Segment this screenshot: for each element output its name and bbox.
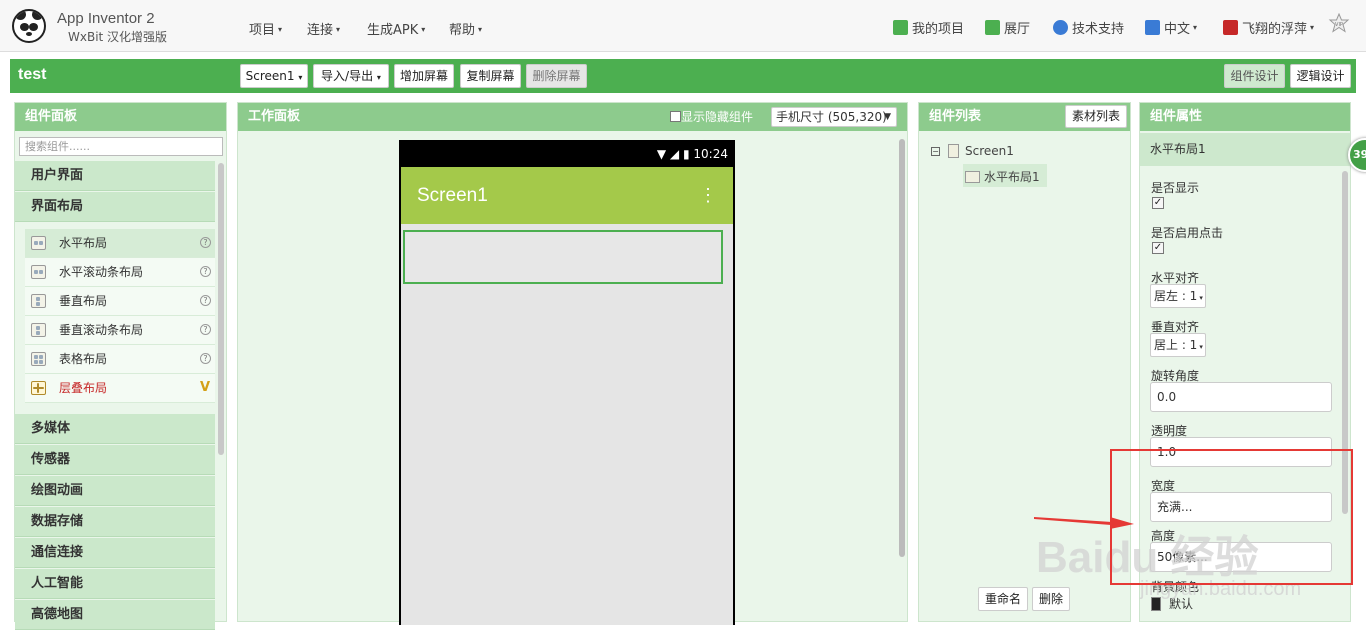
menu-user[interactable]: 飞翔的浮萍 ▾ xyxy=(1223,18,1314,37)
palette-item-table-arrangement[interactable]: 表格布局 ? xyxy=(25,345,215,374)
viewer-header: 工作面板 显示隐藏组件 手机尺寸 (505,320) ▼ xyxy=(238,103,907,131)
vertical-scroll-arrangement-icon xyxy=(31,323,46,337)
help-icon[interactable]: ? xyxy=(200,237,211,248)
components-title: 组件列表 xyxy=(929,109,982,124)
phone-size-select[interactable]: 手机尺寸 (505,320) ▼ xyxy=(771,107,897,127)
palette-item-vertical-scroll-arrangement[interactable]: 垂直滚动条布局 ? xyxy=(25,316,215,345)
viewer-title: 工作面板 xyxy=(248,109,301,124)
panda-logo-icon[interactable] xyxy=(12,9,46,43)
phone-preview: ▼ ◢ ▮ 10:24 Screen1 ⋮ xyxy=(399,140,735,625)
enabled-label: 是否启用点击 xyxy=(1151,226,1224,240)
help-icon[interactable]: ? xyxy=(200,324,211,335)
battery-icon: ▮ xyxy=(682,147,690,161)
tree-item-screen1[interactable]: − Screen1 xyxy=(931,144,1014,158)
add-screen-button[interactable]: 增加屏幕 xyxy=(394,64,454,88)
brand-title: App Inventor 2 xyxy=(57,10,155,27)
palette-title: 组件面板 xyxy=(15,103,226,131)
selected-component-name: 水平布局1 xyxy=(1140,133,1350,166)
phone-title-bar: Screen1 ⋮ xyxy=(401,167,733,224)
show-hidden-checkbox[interactable] xyxy=(670,111,681,122)
category-user-interface[interactable]: 用户界面 xyxy=(15,161,215,191)
components-header: 组件列表 素材列表 xyxy=(919,103,1130,131)
category-ai[interactable]: 人工智能 xyxy=(15,569,215,599)
properties-title: 组件属性 xyxy=(1140,103,1350,131)
category-storage[interactable]: 数据存储 xyxy=(15,507,215,537)
palette-item-horizontal-arrangement[interactable]: 水平布局 ? xyxy=(25,229,215,258)
palette-item-vertical-arrangement[interactable]: 垂直布局 ? xyxy=(25,287,215,316)
category-layout[interactable]: 界面布局 xyxy=(15,192,215,222)
vertical-arrangement-icon xyxy=(31,294,46,308)
blocks-button[interactable]: 逻辑设计 xyxy=(1290,64,1351,88)
align-horizontal-select[interactable]: 居左 : 1 ▾ xyxy=(1150,284,1206,308)
annotation-highlight-box xyxy=(1110,449,1353,585)
category-amap[interactable]: 高德地图 xyxy=(15,600,215,630)
visible-label: 是否显示 xyxy=(1151,181,1200,195)
enabled-checkbox[interactable]: ✓ xyxy=(1152,242,1164,254)
brand-subtitle: WxBit 汉化增强版 xyxy=(68,30,168,44)
designer-button[interactable]: 组件设计 xyxy=(1224,64,1285,88)
menu-build-apk[interactable]: 生成APK ▾ xyxy=(367,19,425,38)
viewer-panel: 工作面板 显示隐藏组件 手机尺寸 (505,320) ▼ ▼ ◢ ▮ 10:24 … xyxy=(237,102,908,625)
delete-component-button[interactable]: 删除 xyxy=(1032,587,1070,611)
svg-text:VIP: VIP xyxy=(1335,22,1343,28)
help-icon[interactable]: ? xyxy=(200,295,211,306)
menu-project[interactable]: 项目 ▾ xyxy=(249,19,282,38)
status-time: 10:24 xyxy=(693,147,728,161)
grid-icon xyxy=(985,20,1000,35)
align-vertical-select[interactable]: 居上 : 1 ▾ xyxy=(1150,333,1206,357)
palette-item-horizontal-scroll-arrangement[interactable]: 水平滚动条布局 ? xyxy=(25,258,215,287)
category-media[interactable]: 多媒体 xyxy=(15,414,215,444)
absolute-arrangement-icon xyxy=(31,381,46,395)
top-header: App Inventor 2 WxBit 汉化增强版 项目 ▾ 连接 ▾ 生成APK… xyxy=(0,0,1366,52)
rename-button[interactable]: 重命名 xyxy=(978,587,1028,611)
menu-connect[interactable]: 连接 ▾ xyxy=(307,19,340,38)
screen-title: Screen1 xyxy=(417,185,488,206)
horizontal-arrangement-icon xyxy=(965,171,980,183)
menu-my-projects[interactable]: 我的项目 xyxy=(893,18,964,37)
viewer-scrollbar[interactable] xyxy=(899,139,905,557)
project-toolbar: test Screen1 ▾ 导入/导出 ▾ 增加屏幕 复制屏幕 删除屏幕 组件… xyxy=(10,59,1356,93)
collapse-icon[interactable]: − xyxy=(931,147,940,156)
qq-penguin-icon xyxy=(1053,20,1068,35)
palette-item-absolute-arrangement[interactable]: 层叠布局 V xyxy=(25,374,215,403)
overflow-menu-icon: ⋮ xyxy=(699,185,717,205)
user-avatar-icon xyxy=(1223,20,1238,35)
project-name: test xyxy=(18,66,47,83)
table-arrangement-icon xyxy=(31,352,46,366)
annotation-arrow-icon xyxy=(1034,517,1134,529)
signal-icon: ◢ xyxy=(669,147,680,161)
import-export-button[interactable]: 导入/导出 ▾ xyxy=(313,64,389,88)
screen-select[interactable]: Screen1 ▾ xyxy=(240,64,308,88)
menu-support[interactable]: 技术支持 xyxy=(1053,18,1124,37)
category-drawing[interactable]: 绘图动画 xyxy=(15,476,215,506)
menu-gallery[interactable]: 展厅 xyxy=(985,18,1030,37)
category-sensors[interactable]: 传感器 xyxy=(15,445,215,475)
palette-search-input[interactable]: 搜索组件...... xyxy=(19,137,223,156)
palette-scrollbar[interactable] xyxy=(218,163,224,455)
menu-help[interactable]: 帮助 ▾ xyxy=(449,19,482,38)
vip-badge-icon[interactable]: VIP xyxy=(1328,13,1350,35)
screen-icon xyxy=(948,144,959,158)
rotation-input[interactable]: 0.0 xyxy=(1150,382,1332,412)
media-list-button[interactable]: 素材列表 xyxy=(1065,105,1127,128)
copy-screen-button[interactable]: 复制屏幕 xyxy=(460,64,521,88)
tree-item-horizontal-arrangement1[interactable]: 水平布局1 xyxy=(963,164,1047,187)
help-icon[interactable]: ? xyxy=(200,353,211,364)
new-marker: V xyxy=(199,380,210,395)
list-icon xyxy=(893,20,908,35)
horizontal-scroll-arrangement-icon xyxy=(31,265,46,279)
show-hidden-toggle[interactable]: 显示隐藏组件 xyxy=(670,103,753,131)
horizontal-arrangement-preview[interactable] xyxy=(403,230,723,284)
phone-status-bar: ▼ ◢ ▮ 10:24 xyxy=(401,142,733,167)
palette-panel: 组件面板 搜索组件...... 用户界面 界面布局 水平布局 ? 水平滚动条布局… xyxy=(14,102,227,630)
menu-language[interactable]: 中文 ▾ xyxy=(1145,18,1197,37)
delete-screen-button[interactable]: 删除屏幕 xyxy=(526,64,587,88)
help-icon[interactable]: ? xyxy=(200,266,211,277)
horizontal-arrangement-icon xyxy=(31,236,46,250)
wifi-icon: ▼ xyxy=(656,147,667,161)
language-icon xyxy=(1145,20,1160,35)
visible-checkbox[interactable]: ✓ xyxy=(1152,197,1164,209)
category-connectivity[interactable]: 通信连接 xyxy=(15,538,215,568)
